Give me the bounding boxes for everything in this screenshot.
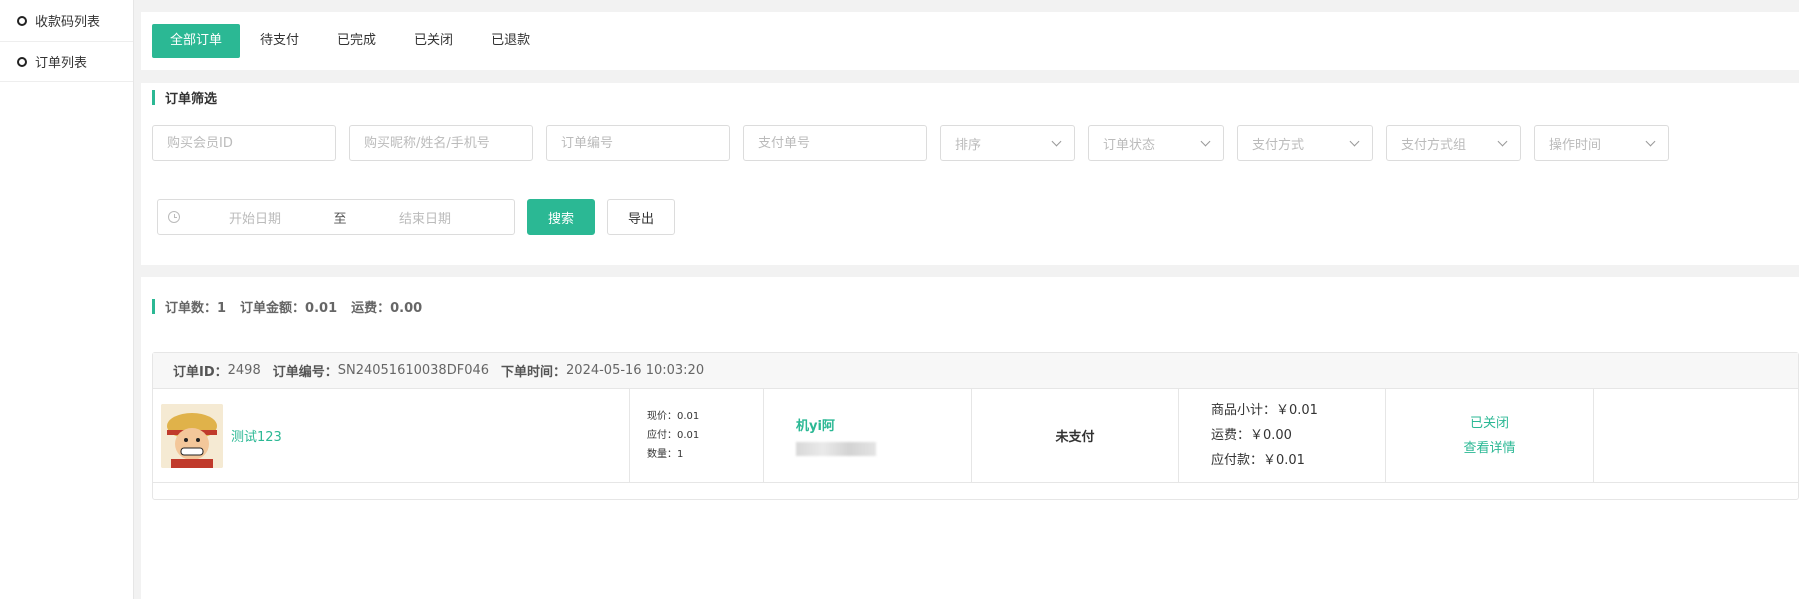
price-now: 现价：0.01 <box>647 411 700 422</box>
pay-method-select[interactable]: 支付方式 <box>1237 125 1373 161</box>
order-id-value: 2498 <box>227 363 261 378</box>
sort-select-label: 排序 <box>955 137 982 153</box>
order-id-key: 订单ID： <box>173 365 228 380</box>
order-time-value: 2024-05-16 10:03:20 <box>566 363 705 378</box>
order-header: 订单ID： 2498 订单编号： SN24051610038DF046 下单时间… <box>153 353 1798 389</box>
sidebar-item-qrcode-list[interactable]: 收款码列表 <box>0 0 133 42</box>
tab-pending-payment[interactable]: 待支付 <box>242 24 317 58</box>
member-id-input[interactable] <box>152 125 336 161</box>
circle-icon <box>17 15 27 26</box>
order-filter-panel: 订单筛选 排序 订单状态 支付方式 支付方式组 <box>141 83 1799 265</box>
pay-group-select[interactable]: 支付方式组 <box>1386 125 1521 161</box>
pay-method-select-label: 支付方式 <box>1252 137 1305 153</box>
status-select-label: 订单状态 <box>1103 137 1156 153</box>
filter-row-inputs: 排序 订单状态 支付方式 支付方式组 操作时间 <box>152 125 1682 161</box>
order-product-cell: 测试123 <box>153 389 630 482</box>
tab-completed[interactable]: 已完成 <box>319 24 394 58</box>
shipping-fee: 运费：￥0.00 <box>1211 428 1292 443</box>
order-status-cell: 未支付 <box>972 389 1179 482</box>
date-separator: 至 <box>333 211 347 227</box>
order-price-cell: 现价：0.01 应付：0.01 数量：1 <box>630 389 764 482</box>
buyer-input[interactable] <box>349 125 533 161</box>
op-time-select-label: 操作时间 <box>1549 137 1602 153</box>
order-amount-cell: 商品小计：￥0.01 运费：￥0.00 应付款：￥0.01 <box>1179 389 1386 482</box>
payment-status: 未支付 <box>1055 430 1095 445</box>
price-due: 应付：0.01 <box>647 430 700 441</box>
product-name-link[interactable]: 测试123 <box>231 426 282 445</box>
tab-refunded[interactable]: 已退款 <box>473 24 548 58</box>
order-list-panel: 订单数：1 订单金额：0.01 运费：0.00 订单ID： 2498 订单编号：… <box>141 277 1799 599</box>
circle-icon <box>17 56 27 67</box>
search-button[interactable]: 搜索 <box>527 199 596 235</box>
sidebar-item-label: 收款码列表 <box>35 15 101 30</box>
accent-bar <box>152 90 155 105</box>
filter-row-actions: 开始日期 至 结束日期 搜索 导出 <box>152 199 687 235</box>
order-amount: 订单金额：0.01 <box>240 301 338 316</box>
pay-no-input[interactable] <box>743 125 927 161</box>
main-content: 全部订单 待支付 已完成 已关闭 已退款 订单筛选 排序 订单状态 <box>141 0 1799 599</box>
chevron-down-icon <box>1200 136 1211 146</box>
sort-select[interactable]: 排序 <box>940 125 1075 161</box>
accent-bar <box>152 299 155 314</box>
order-tabs-panel: 全部订单 待支付 已完成 已关闭 已退款 <box>141 12 1799 70</box>
date-end[interactable]: 结束日期 <box>350 208 500 227</box>
buyer-info-blurred <box>796 442 876 456</box>
sidebar-item-order-list[interactable]: 订单列表 <box>0 42 133 82</box>
status-select[interactable]: 订单状态 <box>1088 125 1224 161</box>
order-count: 订单数：1 <box>165 301 227 316</box>
buyer-name-link[interactable]: 机yi阿 <box>796 415 835 434</box>
order-no-value: SN24051610038DF046 <box>337 363 490 378</box>
order-card: 订单ID： 2498 订单编号： SN24051610038DF046 下单时间… <box>152 352 1799 500</box>
sidebar: 收款码列表 订单列表 <box>0 0 134 599</box>
quantity: 数量：1 <box>647 449 684 460</box>
tab-closed[interactable]: 已关闭 <box>396 24 471 58</box>
date-range-picker[interactable]: 开始日期 至 结束日期 <box>157 199 515 235</box>
order-summary: 订单数：1 订单金额：0.01 运费：0.00 <box>152 297 436 316</box>
payable-amount: 应付款：￥0.01 <box>1211 453 1305 468</box>
order-no-key: 订单编号： <box>272 365 338 380</box>
tab-all-orders[interactable]: 全部订单 <box>152 24 241 58</box>
subtotal: 商品小计：￥0.01 <box>1211 403 1318 418</box>
date-start[interactable]: 开始日期 <box>180 208 330 227</box>
pay-group-select-label: 支付方式组 <box>1401 137 1467 153</box>
order-action-cell: 已关闭 查看详情 <box>1386 389 1594 482</box>
filter-title-text: 订单筛选 <box>165 92 218 107</box>
order-closed-status[interactable]: 已关闭 <box>1470 411 1509 436</box>
filter-title: 订单筛选 <box>152 88 217 107</box>
product-thumbnail <box>161 403 223 468</box>
view-detail-link[interactable]: 查看详情 <box>1463 436 1515 461</box>
op-time-select[interactable]: 操作时间 <box>1534 125 1669 161</box>
order-buyer-cell: 机yi阿 <box>764 389 972 482</box>
order-tabs: 全部订单 待支付 已完成 已关闭 已退款 <box>141 12 1799 70</box>
export-button[interactable]: 导出 <box>607 199 676 235</box>
chevron-down-icon <box>1497 136 1508 146</box>
order-extra-cell <box>1594 389 1798 482</box>
order-shipping: 运费：0.00 <box>351 301 423 316</box>
order-time-key: 下单时间： <box>501 365 567 380</box>
chevron-down-icon <box>1051 136 1062 146</box>
order-no-input[interactable] <box>546 125 730 161</box>
clock-icon <box>168 211 180 223</box>
sidebar-item-label: 订单列表 <box>35 56 88 71</box>
chevron-down-icon <box>1349 136 1360 146</box>
order-row: 测试123 现价：0.01 应付：0.01 数量：1 机yi阿 未支付 商品小计… <box>153 389 1798 483</box>
chevron-down-icon <box>1645 136 1656 146</box>
